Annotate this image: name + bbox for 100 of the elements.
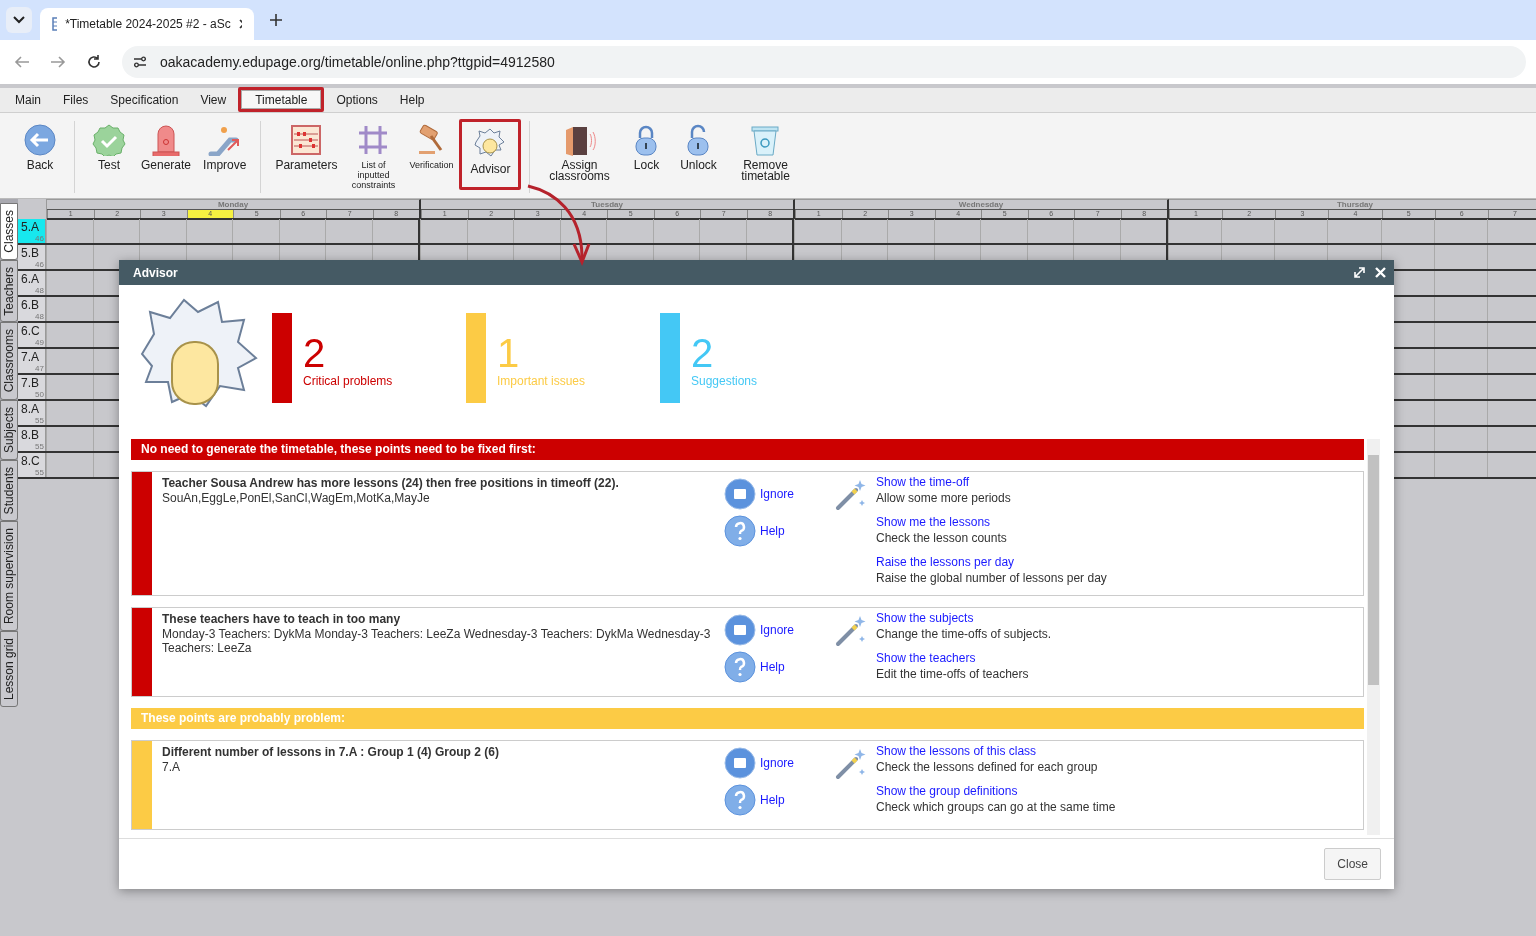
class-row-header[interactable]: 5.A 46 (18, 219, 46, 243)
class-row-header[interactable]: 8.B 55 (18, 427, 46, 451)
stat-label: Suggestions (691, 373, 758, 388)
menu-tab[interactable]: View (190, 89, 237, 112)
ignore-icon[interactable] (724, 746, 756, 779)
class-row-header[interactable]: 6.B 48 (18, 297, 46, 321)
day-header: Wednesday (957, 200, 1005, 209)
link[interactable]: Raise the lessons per day (876, 555, 1363, 569)
section-header: These points are probably problem: (131, 708, 1364, 729)
close-button[interactable]: Close (1324, 848, 1381, 880)
trash-icon (750, 124, 781, 156)
class-row-header[interactable]: 7.A 47 (18, 349, 46, 373)
toolbar-button[interactable]: Verification (403, 119, 460, 175)
toolbar-button[interactable]: Assign classrooms (538, 119, 621, 187)
link[interactable]: Help (760, 659, 785, 674)
action-description: Change the time-offs of subjects. (876, 627, 1053, 641)
toolbar-button[interactable]: Lock (620, 119, 673, 176)
action-description: Check the lesson counts (876, 531, 1008, 545)
toolbar-button[interactable]: Parameters (269, 119, 344, 176)
help-icon[interactable] (724, 783, 756, 816)
toolbar-button[interactable]: List of inputted constraints (343, 119, 404, 195)
issue-detail: SouAn,EggLe,PonEl,SanCl,WagEm,MotKa,MayJe (162, 491, 431, 505)
menu-tab[interactable]: Help (389, 89, 435, 112)
caret-icon (13, 16, 25, 24)
escalator-icon (207, 124, 242, 156)
link[interactable]: Show me the lessons (876, 515, 1363, 529)
link[interactable]: Show the teachers (876, 651, 1363, 665)
issue-detail: 7.A (162, 760, 181, 774)
issue-title: Teacher Sousa Andrew has more lessons (24) then free positions in timeoff (22). (162, 476, 620, 490)
toolbar-button[interactable]: Improve (197, 119, 253, 176)
toolbar-button[interactable]: Back (14, 119, 66, 176)
day-header: Monday (216, 200, 250, 209)
siren-icon (150, 124, 182, 156)
reload-icon[interactable] (86, 54, 102, 70)
class-row-header[interactable]: 7.B 50 (18, 375, 46, 399)
stat-label: Important issues (497, 373, 586, 388)
link[interactable]: Ignore (760, 486, 795, 501)
action-description: Check the lessons defined for each group (876, 760, 1099, 774)
issue-title: Different number of lessons in 7.A : Group 1 (4) Group 2 (6) (162, 745, 500, 759)
class-row-header[interactable]: 5.B 46 (18, 245, 46, 269)
help-icon[interactable] (724, 650, 756, 683)
side-tab[interactable]: Lesson grid (0, 631, 18, 708)
toolbar-button[interactable]: Advisor (459, 119, 522, 190)
magic-wand-icon (834, 614, 868, 648)
scrollbar[interactable] (1367, 439, 1380, 835)
class-row-header[interactable]: 6.A 48 (18, 271, 46, 295)
side-tab[interactable]: Teachers (0, 259, 18, 323)
menu-tab[interactable]: Main (5, 89, 51, 112)
link[interactable]: Show the group definitions (876, 784, 1363, 798)
help-icon[interactable] (724, 514, 756, 547)
magic-wand-icon (834, 478, 868, 512)
stat-count: 2 (303, 331, 327, 374)
tab-list-button[interactable] (6, 7, 32, 33)
link[interactable]: Show the time-off (876, 475, 1363, 489)
link[interactable]: Help (760, 523, 785, 538)
url-text: oakacademy.edupage.org/timetable/online.php?ttgpid=4912580 (160, 54, 555, 70)
side-tab[interactable]: Students (0, 459, 18, 522)
lock-icon (633, 124, 660, 156)
menu-tab[interactable]: Specification (100, 89, 189, 112)
link[interactable]: Help (760, 792, 785, 807)
side-tab[interactable]: Classes (0, 203, 18, 260)
side-tab[interactable]: Room supervision (0, 521, 18, 632)
menu-tab[interactable]: Timetable (238, 87, 325, 112)
ignore-icon[interactable] (724, 613, 756, 646)
toolbar-button[interactable]: Test (83, 119, 135, 176)
menu-tab[interactable]: Options (326, 89, 388, 112)
day-header: Tuesday (590, 200, 624, 209)
class-row-header[interactable]: 6.C 49 (18, 323, 46, 347)
class-row-header[interactable]: 8.A 55 (18, 401, 46, 425)
menu-tab[interactable]: Files (53, 89, 99, 112)
day-header: Thursday (1336, 200, 1374, 209)
link[interactable]: Ignore (760, 622, 795, 637)
maximize-icon[interactable] (1354, 267, 1365, 278)
check-badge-icon (92, 124, 126, 156)
link[interactable]: Show the lessons of this class (876, 744, 1363, 758)
action-description: Allow some more periods (876, 491, 1012, 505)
forward-icon[interactable] (50, 55, 66, 69)
side-tab[interactable]: Classrooms (0, 322, 18, 400)
browser-tab[interactable]: *Timetable 2024-2025 #2 - aSc (40, 8, 254, 40)
ignore-icon[interactable] (724, 477, 756, 510)
stat-label: Critical problems (303, 373, 393, 388)
address-field[interactable]: oakacademy.edupage.org/timetable/online.php?ttgpid=4912580 (122, 46, 1526, 78)
toolbar-button[interactable]: Remove timetable (724, 119, 807, 187)
new-tab-icon[interactable] (270, 14, 282, 26)
tab-title: *Timetable 2024-2025 #2 - aSc (65, 17, 231, 31)
stat-count: 1 (497, 331, 521, 374)
issue-title: These teachers have to teach in too many (162, 612, 402, 626)
action-description: Raise the global number of lessons per day (876, 571, 1108, 585)
action-description: Check which groups can go at the same time (876, 800, 1117, 814)
link[interactable]: Show the subjects (876, 611, 1363, 625)
toolbar-button[interactable]: Generate (135, 119, 198, 176)
site-settings-icon[interactable] (132, 55, 148, 69)
link[interactable]: Ignore (760, 755, 795, 770)
class-row-header[interactable]: 8.C 55 (18, 453, 46, 477)
back-icon[interactable] (14, 55, 30, 69)
abacus-icon (290, 124, 323, 156)
unlock-icon (685, 124, 712, 156)
toolbar-button[interactable]: Unlock (672, 119, 725, 176)
issue-detail: Monday-3 Teachers: DykMa Monday-3 Teachers: LeeZa Wednesday-3 Teachers: DykMa Wednesday-3 Teachers: LeeZa (162, 627, 712, 655)
side-tab[interactable]: Subjects (0, 399, 18, 460)
